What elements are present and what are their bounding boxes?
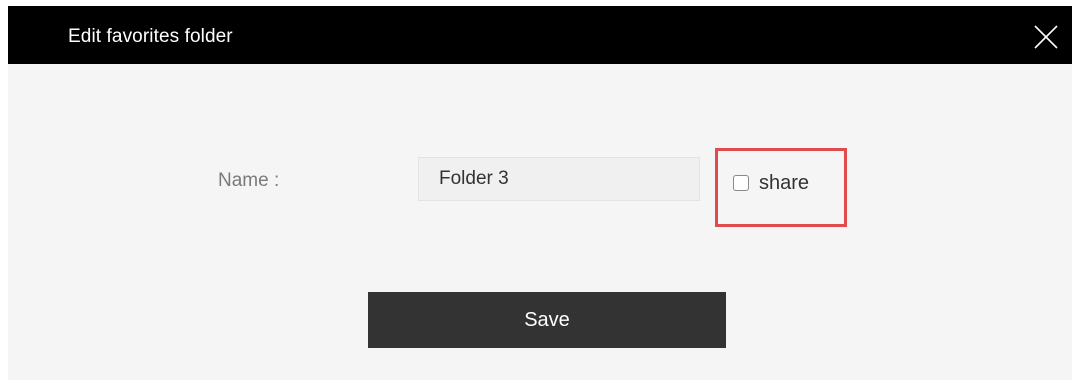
save-button[interactable]: Save	[368, 292, 726, 348]
name-input[interactable]	[418, 157, 700, 201]
close-icon	[1034, 25, 1058, 49]
share-label: share	[759, 171, 810, 194]
edit-favorites-dialog: Edit favorites folder Name : share Save	[8, 6, 1072, 380]
screen: Edit favorites folder Name : share Save	[0, 0, 1078, 383]
dialog-title: Edit favorites folder	[68, 26, 233, 47]
name-label: Name :	[218, 170, 280, 191]
close-button[interactable]	[1028, 19, 1064, 55]
dialog-titlebar: Edit favorites folder	[8, 6, 1072, 64]
share-option[interactable]: share	[733, 170, 809, 196]
share-checkbox[interactable]	[733, 175, 749, 191]
